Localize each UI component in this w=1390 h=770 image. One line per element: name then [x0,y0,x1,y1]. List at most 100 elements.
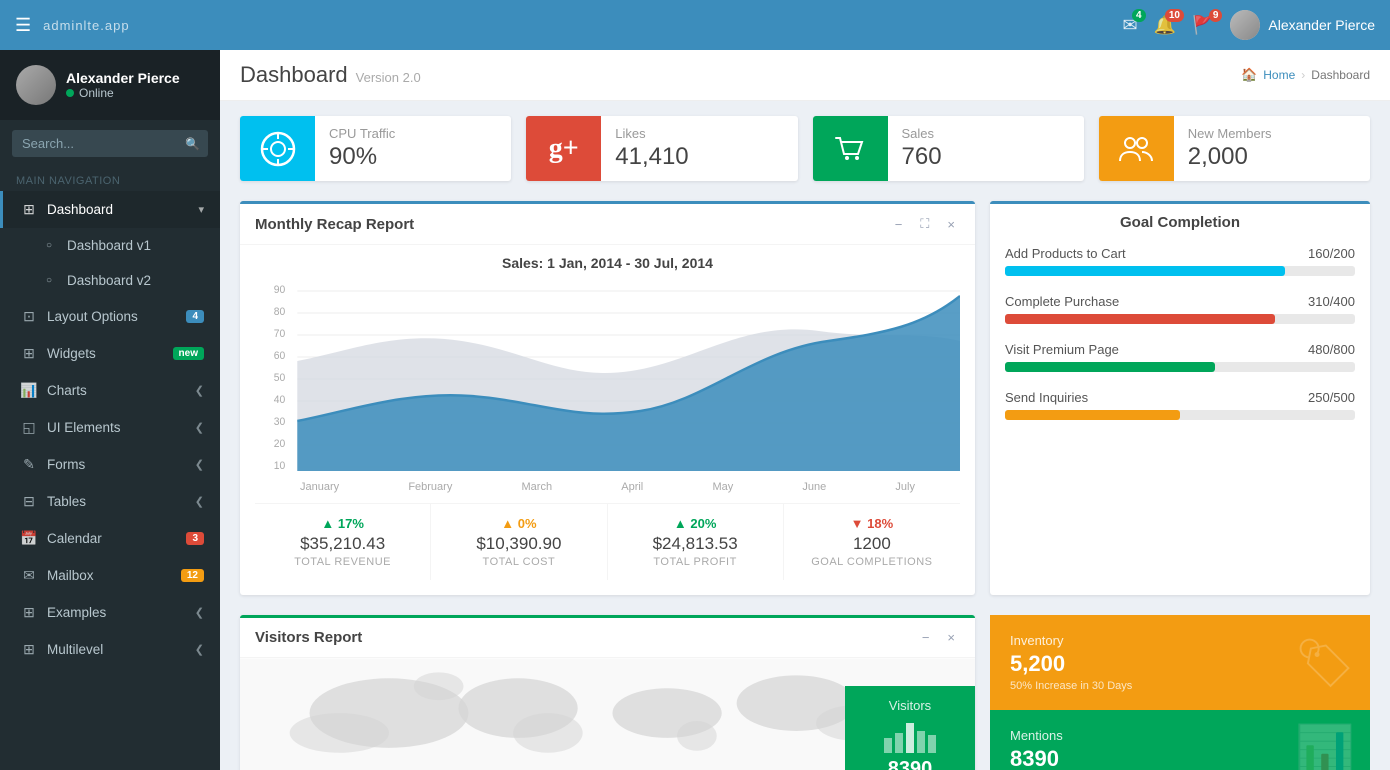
visitors-stats-box: Visitors 8390 [845,686,975,770]
x-label-may: May [712,481,733,493]
dashboard-v1-icon: ○ [39,240,59,251]
sidebar-item-charts[interactable]: 📊 Charts ❮ [0,372,220,409]
visitors-close[interactable]: × [942,628,960,647]
avatar [1230,10,1260,40]
status-text: Online [79,86,114,100]
sidebar-item-dashboard[interactable]: ⊞ Dashboard ▾ [0,191,220,228]
stat-mentions: Mentions 8390 📊 [990,710,1370,770]
progress-bg-inquiries [1005,410,1355,420]
bell-icon-wrapper[interactable]: 🔔 10 [1154,15,1176,36]
sidebar-item-forms[interactable]: ✎ Forms ❮ [0,446,220,483]
charts-icon: 📊 [19,382,39,399]
sidebar-item-dashboard-v1-label: Dashboard v1 [67,238,151,253]
sidebar-item-layout[interactable]: ⊡ Layout Options 4 [0,298,220,335]
goal-item-premium: Visit Premium Page 480/800 [1005,342,1355,372]
sidebar-item-ui-label: UI Elements [47,420,121,435]
sidebar-item-calendar-label: Calendar [47,531,102,546]
visitors-map-wrap: Visitors 8390 [240,658,975,770]
goal-value-premium: 480/800 [1308,342,1355,357]
sidebar-username: Alexander Pierce [66,70,180,86]
sidebar-user-info: Alexander Pierce Online [66,70,180,100]
mail-icon-wrapper[interactable]: ✉ 4 [1122,15,1137,36]
tables-arrow: ❮ [195,495,204,508]
username-top: Alexander Pierce [1268,17,1375,33]
close-button[interactable]: × [942,214,960,234]
mail-badge: 4 [1132,9,1146,22]
stat-value-sales: 760 [902,143,1070,171]
flag-icon-wrapper[interactable]: 🚩 9 [1192,15,1214,36]
expand-button[interactable]: ⛶ [915,214,934,234]
home-icon: 🏠 [1241,67,1257,83]
sidebar-item-calendar[interactable]: 📅 Calendar 3 [0,520,220,557]
bar2 [895,733,903,753]
progress-fill-purchase [1005,314,1275,324]
visitors-header: Visitors Report − × [240,618,975,658]
minimize-button[interactable]: − [890,214,908,234]
multilevel-arrow: ❮ [195,643,204,656]
content-area: Dashboard Version 2.0 🏠 Home › Dashboard [220,50,1390,770]
visitors-tools: − × [917,628,960,647]
avatar-img [1230,10,1260,40]
breadcrumb-home[interactable]: Home [1263,68,1295,82]
search-input[interactable] [12,130,208,157]
stat-label-members: New Members [1188,126,1356,141]
content-body: CPU Traffic 90% g+ Likes 41,410 [220,101,1390,770]
calendar-icon: 📅 [19,530,39,547]
stat-info-likes: Likes 41,410 [601,116,797,181]
svg-text:30: 30 [274,416,286,428]
widgets-icon: ⊞ [19,345,39,362]
monthly-recap-panel: Monthly Recap Report − ⛶ × Sales: 1 Jan,… [240,201,975,595]
stat-value-likes: 41,410 [615,143,783,171]
sidebar-item-ui-elements[interactable]: ◱ UI Elements ❮ [0,409,220,446]
search-icon: 🔍 [185,137,200,151]
goal-completion-title: Goal Completion [1005,214,1355,231]
sidebar-item-mailbox[interactable]: ✉ Mailbox 12 [0,557,220,594]
stat-label-cpu: CPU Traffic [329,126,497,141]
stat-boxes: CPU Traffic 90% g+ Likes 41,410 [240,116,1370,181]
page-subtitle: Version 2.0 [356,70,421,85]
x-label-mar: March [522,481,553,493]
sidebar-item-multilevel[interactable]: ⊞ Multilevel ❮ [0,631,220,668]
sidebar-item-examples[interactable]: ⊞ Examples ❮ [0,594,220,631]
visitors-minimize[interactable]: − [917,628,935,647]
goal-label-cart: Add Products to Cart [1005,246,1126,261]
sidebar-item-widgets[interactable]: ⊞ Widgets new [0,335,220,372]
panel-tools: − ⛶ × [890,214,960,234]
monthly-recap-body: Sales: 1 Jan, 2014 - 30 Jul, 2014 90 80 … [240,245,975,595]
breadcrumb-separator: › [1301,68,1305,82]
examples-icon: ⊞ [19,604,39,621]
sidebar-item-dashboard-label: Dashboard [47,202,113,217]
chart-stat-revenue: ▲ 17% $35,210.43 TOTAL REVENUE [255,504,431,580]
goal-item-cart: Add Products to Cart 160/200 [1005,246,1355,276]
chart-stat-goals: ▼ 18% 1200 GOAL COMPLETIONS [784,504,960,580]
bar1 [884,738,892,753]
stat-label-likes: Likes [615,126,783,141]
sidebar-item-forms-label: Forms [47,457,85,472]
progress-fill-inquiries [1005,410,1180,420]
dashboard-v2-icon: ○ [39,275,59,286]
multilevel-icon: ⊞ [19,641,39,658]
sidebar-item-charts-label: Charts [47,383,87,398]
progress-fill-cart [1005,266,1285,276]
sidebar-item-dashboard-v2[interactable]: ○ Dashboard v2 [0,263,220,298]
sidebar-item-dashboard-v1[interactable]: ○ Dashboard v1 [0,228,220,263]
x-label-jan: January [300,481,339,493]
svg-text:90: 90 [274,284,286,296]
user-menu[interactable]: Alexander Pierce [1230,10,1375,40]
profit-change: ▲ 20% [618,516,773,531]
goal-value-purchase: 310/400 [1308,294,1355,309]
stat-label-sales: Sales [902,126,1070,141]
sidebar-brand: Alexander Pierce Online [0,50,220,120]
main-layout: Alexander Pierce Online 🔍 MAIN NAVIGATIO… [0,50,1390,770]
stat-box-sales: Sales 760 [813,116,1084,181]
forms-icon: ✎ [19,456,39,473]
goals-change: ▼ 18% [794,516,950,531]
svg-text:80: 80 [274,306,286,318]
hamburger-button[interactable]: ☰ [15,15,31,36]
forms-arrow: ❮ [195,458,204,471]
monthly-recap-header: Monthly Recap Report − ⛶ × [240,204,975,245]
goal-label-purchase: Complete Purchase [1005,294,1119,309]
sidebar-item-tables[interactable]: ⊟ Tables ❮ [0,483,220,520]
mailbox-icon: ✉ [19,567,39,584]
stat-box-members: New Members 2,000 [1099,116,1370,181]
